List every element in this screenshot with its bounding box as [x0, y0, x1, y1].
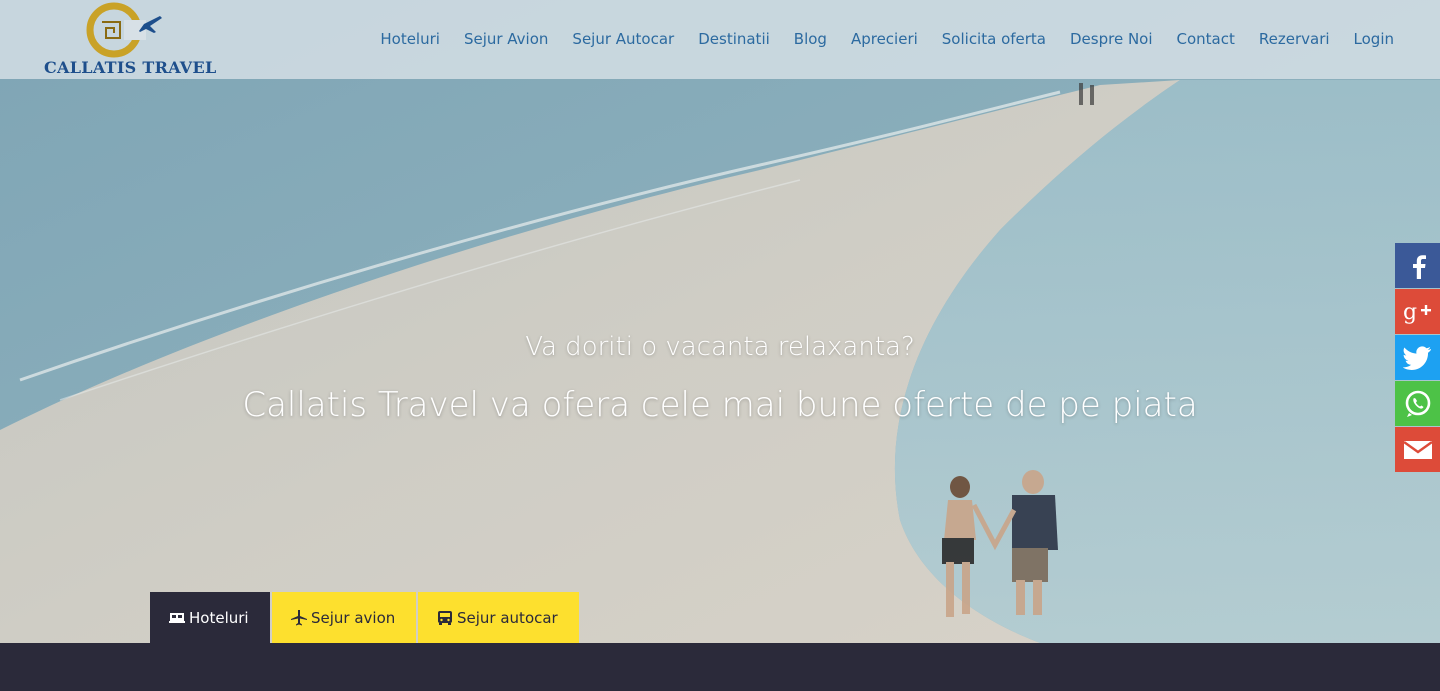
- tab-label: Hoteluri: [189, 608, 249, 627]
- nav-item-blog[interactable]: Blog: [794, 30, 827, 48]
- nav-item-aprecieri[interactable]: Aprecieri: [851, 30, 918, 48]
- nav-item-sejur-autocar[interactable]: Sejur Autocar: [572, 30, 674, 48]
- twitter-share-button[interactable]: [1395, 335, 1440, 380]
- meander-c-airplane-logo: [86, 2, 162, 58]
- nav-item-contact[interactable]: Contact: [1177, 30, 1235, 48]
- tab-label: Sejur autocar: [457, 608, 558, 627]
- nav-item-despre-noi[interactable]: Despre Noi: [1070, 30, 1153, 48]
- nav-item-sejur-avion[interactable]: Sejur Avion: [464, 30, 548, 48]
- hero-section: Va doriti o vacanta relaxanta? Callatis …: [0, 0, 1440, 643]
- nav-item-solicita-oferta[interactable]: Solicita oferta: [942, 30, 1046, 48]
- tab-sejur-autocar[interactable]: Sejur autocar: [418, 592, 579, 643]
- facebook-share-button[interactable]: [1395, 243, 1440, 288]
- airplane-icon: [291, 609, 307, 626]
- email-icon: [1402, 440, 1433, 459]
- nav-item-destinatii[interactable]: Destinatii: [698, 30, 770, 48]
- email-share-button[interactable]: [1395, 427, 1440, 472]
- google-plus-share-button[interactable]: g: [1395, 289, 1440, 334]
- tab-hoteluri[interactable]: Hoteluri: [150, 592, 270, 643]
- hero-subheadline: Callatis Travel va ofera cele mai bune o…: [242, 385, 1198, 425]
- tab-sejur-avion[interactable]: Sejur avion: [272, 592, 416, 643]
- nav-item-rezervari[interactable]: Rezervari: [1259, 30, 1330, 48]
- top-navbar: CALLATIS TRAVEL Hoteluri Sejur Avion Sej…: [0, 0, 1440, 79]
- twitter-icon: [1402, 345, 1431, 370]
- main-nav: Hoteluri Sejur Avion Sejur Autocar Desti…: [380, 30, 1394, 48]
- whatsapp-share-button[interactable]: [1395, 381, 1440, 426]
- hotel-bed-icon: [169, 611, 185, 625]
- svg-text:g: g: [1403, 300, 1417, 325]
- google-plus-icon: g: [1403, 300, 1431, 325]
- social-share-bar: g: [1395, 243, 1440, 473]
- search-panel-band: [0, 643, 1440, 691]
- hero-headline: Va doriti o vacanta relaxanta?: [525, 332, 915, 362]
- facebook-icon: [1412, 254, 1426, 279]
- bus-icon: [437, 610, 453, 626]
- nav-item-login[interactable]: Login: [1354, 30, 1394, 48]
- nav-item-hoteluri[interactable]: Hoteluri: [380, 30, 440, 48]
- beach-background-image: [0, 0, 1440, 643]
- logo[interactable]: CALLATIS TRAVEL: [44, 2, 217, 78]
- search-tabs: Hoteluri Sejur avion Sejur autocar: [150, 592, 579, 643]
- whatsapp-icon: [1405, 390, 1430, 417]
- tab-label: Sejur avion: [311, 608, 396, 627]
- logo-text: CALLATIS TRAVEL: [44, 58, 217, 77]
